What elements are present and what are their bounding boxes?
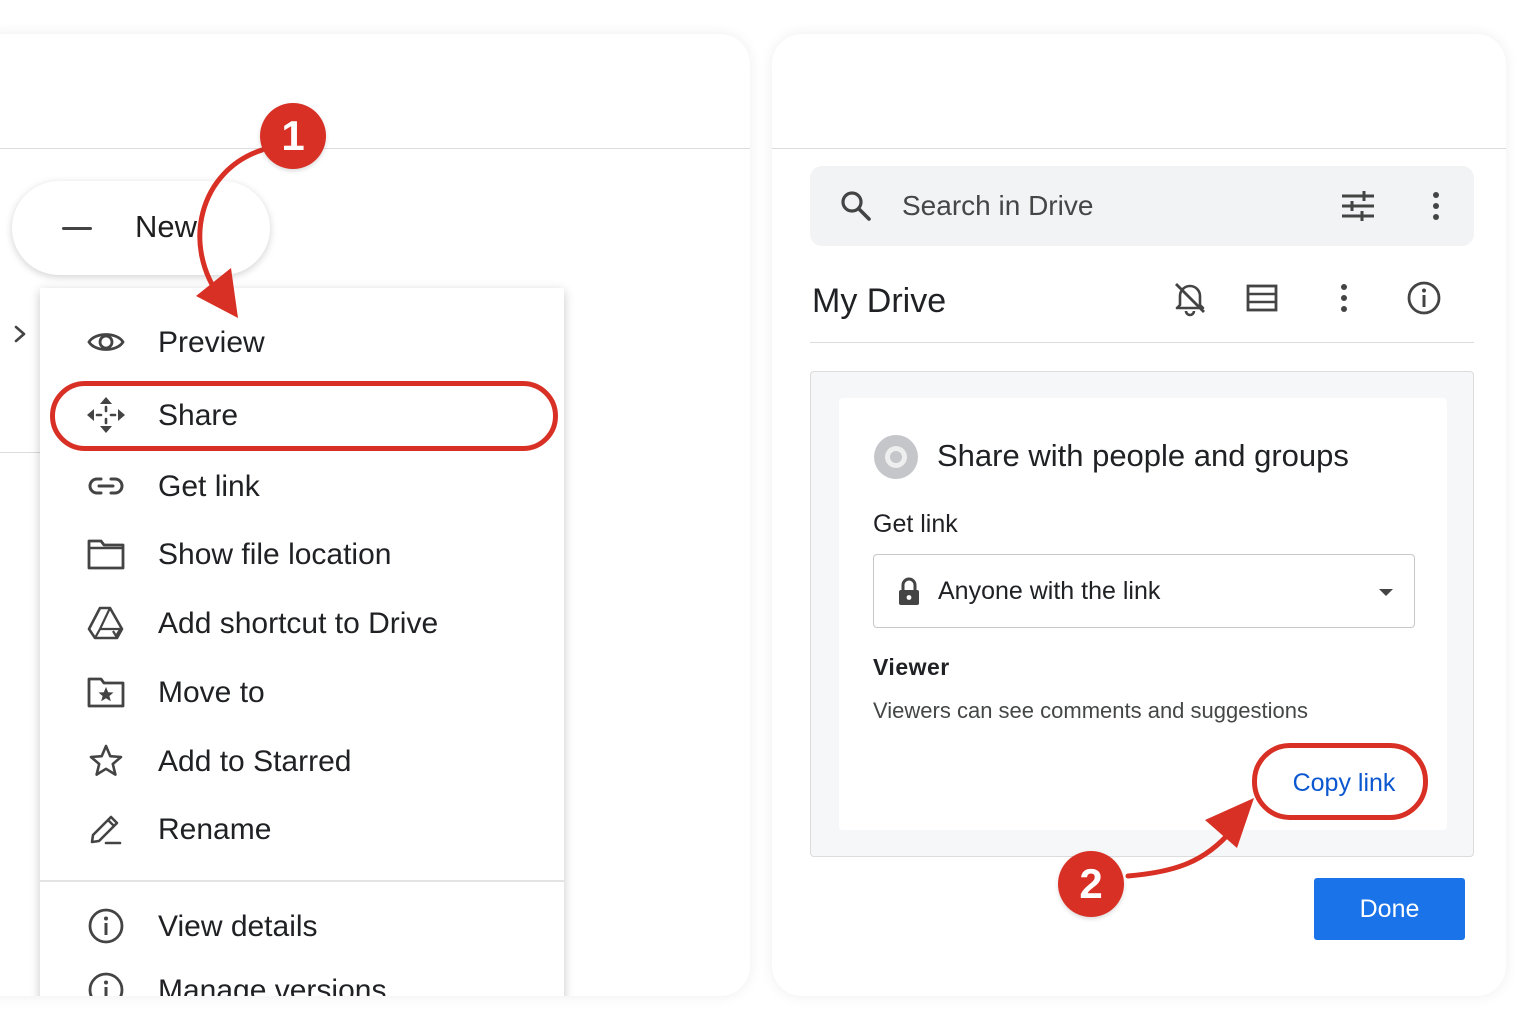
menu-item-label: Show file location <box>158 538 392 571</box>
menu-item-add-to-starred[interactable]: Add to Starred <box>40 731 564 791</box>
new-button-label: New <box>135 209 198 244</box>
menu-divider <box>40 880 564 882</box>
dialog-title: Share with people and groups <box>937 438 1349 473</box>
menu-item-label: Share <box>158 399 239 432</box>
info-icon[interactable] <box>1404 278 1444 318</box>
menu-item-view-details[interactable]: View details <box>40 896 564 956</box>
drive-shortcut-icon <box>87 606 124 640</box>
avatar-icon <box>874 435 918 479</box>
menu-item-label: Add to Starred <box>158 745 352 778</box>
tune-icon[interactable] <box>1340 188 1376 224</box>
divider <box>0 148 750 149</box>
menu-item-manage-versions[interactable]: Manage versions <box>40 960 564 996</box>
share-dialog: Share with people and groups Get link An… <box>839 398 1447 830</box>
divider <box>772 148 1506 149</box>
divider <box>810 342 1474 343</box>
menu-item-share[interactable]: Share <box>40 385 564 445</box>
menu-item-get-link[interactable]: Get link <box>40 456 564 516</box>
menu-item-label: Move to <box>158 676 265 709</box>
search-icon[interactable] <box>838 188 874 224</box>
info-icon <box>88 908 124 944</box>
menu-item-label: Manage versions <box>158 974 387 996</box>
menu-item-add-shortcut[interactable]: Add shortcut to Drive <box>40 593 564 653</box>
share-dialog-container: Share with people and groups Get link An… <box>810 371 1474 857</box>
search-bar[interactable]: Search in Drive <box>810 166 1474 246</box>
notifications-off-icon[interactable] <box>1170 278 1210 318</box>
link-icon <box>88 477 124 495</box>
chevron-right-icon[interactable] <box>10 320 32 348</box>
new-button[interactable]: New <box>12 181 270 275</box>
link-access-dropdown[interactable]: Anyone with the link <box>873 554 1415 628</box>
divider <box>0 452 40 453</box>
step-2-badge: 2 <box>1058 851 1124 917</box>
role-description: Viewers can see comments and suggestions <box>873 698 1308 723</box>
step-1-badge: 1 <box>260 103 326 169</box>
list-view-icon[interactable] <box>1242 278 1282 318</box>
left-panel: New Preview Share Get link Show file loc… <box>0 34 750 996</box>
caret-down-icon <box>1379 589 1393 596</box>
menu-item-move-to[interactable]: Move to <box>40 662 564 722</box>
more-vert-icon[interactable] <box>1418 188 1454 224</box>
menu-item-preview[interactable]: Preview <box>40 312 564 372</box>
pencil-icon <box>90 815 122 845</box>
minus-icon <box>62 227 92 230</box>
context-menu: Preview Share Get link Show file locatio… <box>40 288 564 996</box>
menu-item-show-file-location[interactable]: Show file location <box>40 524 564 584</box>
folder-star-icon <box>87 677 125 708</box>
menu-item-label: Add shortcut to Drive <box>158 607 439 640</box>
role-label: Viewer <box>873 654 950 680</box>
right-panel: Search in Drive My Drive Share with peop… <box>772 34 1506 996</box>
menu-item-label: Get link <box>158 470 260 503</box>
link-access-value: Anyone with the link <box>938 577 1161 605</box>
move-arrows-icon <box>87 397 125 433</box>
info-icon <box>88 972 124 996</box>
menu-item-label: Preview <box>158 326 265 359</box>
menu-item-rename[interactable]: Rename <box>40 799 564 859</box>
menu-item-label: View details <box>158 910 318 943</box>
page-title: My Drive <box>812 282 947 320</box>
menu-item-label: Rename <box>158 813 272 846</box>
done-button[interactable]: Done <box>1314 878 1465 940</box>
lock-icon <box>899 577 919 605</box>
folder-icon <box>87 539 125 570</box>
eye-icon <box>87 333 125 351</box>
get-link-label: Get link <box>873 510 958 538</box>
search-input[interactable]: Search in Drive <box>902 190 1093 222</box>
copy-link-button[interactable]: Copy link <box>1257 750 1431 816</box>
star-icon <box>89 744 123 776</box>
more-vert-icon[interactable] <box>1324 278 1364 318</box>
